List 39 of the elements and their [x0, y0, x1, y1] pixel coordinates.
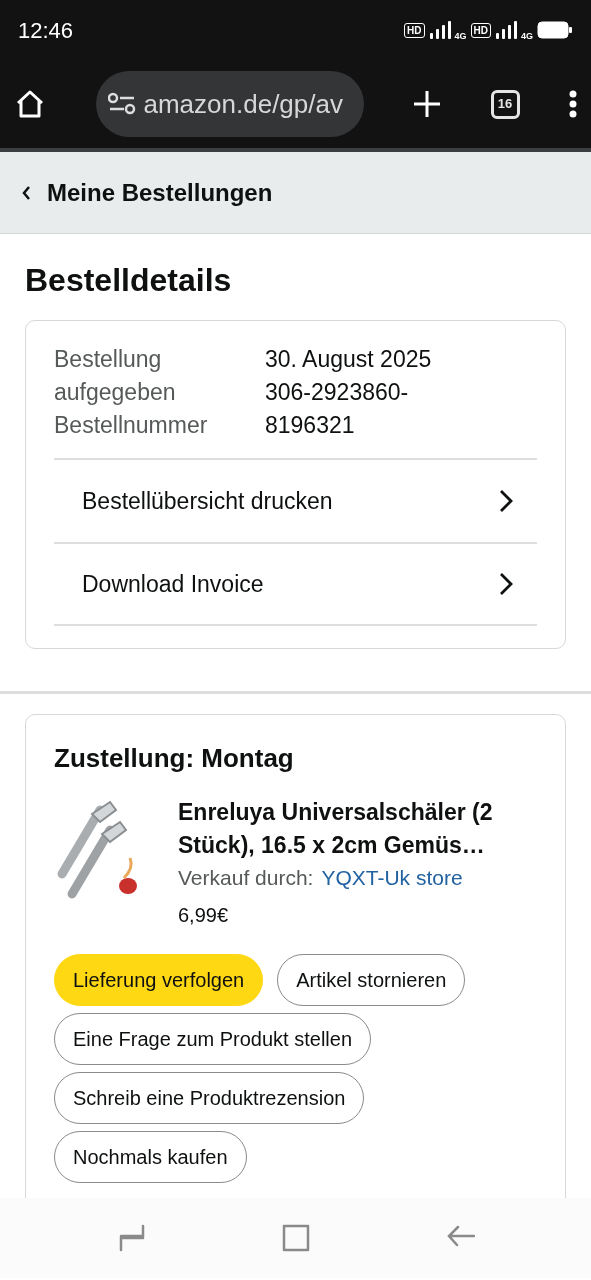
- signal-icon: [495, 20, 517, 40]
- hd-badge: HD: [470, 22, 491, 38]
- menu-icon[interactable]: [569, 90, 577, 118]
- field-value: 306-2923860-8196321: [265, 378, 410, 440]
- status-time: 12:46: [18, 16, 74, 45]
- field-label: Bestellung aufgegeben: [54, 345, 177, 407]
- signal-icon: [428, 20, 451, 40]
- site-settings-icon[interactable]: [107, 92, 136, 116]
- action-button[interactable]: Nochmals kaufen: [54, 1130, 247, 1183]
- breadcrumb-link[interactable]: Meine Bestellungen: [47, 174, 273, 211]
- field-label: Bestellnummer: [54, 411, 209, 440]
- link-label: Bestellübersicht drucken: [82, 486, 333, 516]
- new-tab-icon[interactable]: [413, 90, 441, 118]
- network-label: 4G: [454, 30, 467, 44]
- seller-label: Verkauf durch:: [178, 865, 314, 891]
- address-bar[interactable]: amazon.de/gp/av: [95, 71, 364, 137]
- home-button-icon[interactable]: [281, 1224, 310, 1252]
- order-link[interactable]: Bestellübersicht drucken: [54, 458, 537, 542]
- seller-link[interactable]: YQXT-Uk store: [321, 862, 463, 894]
- page-title: Bestelldetails: [25, 261, 233, 300]
- home-icon[interactable]: [14, 88, 46, 120]
- battery-icon: [537, 21, 573, 39]
- action-button[interactable]: Artikel stornieren: [277, 953, 466, 1006]
- chevron-right-icon: [499, 572, 513, 596]
- product-title[interactable]: Enreluya Universalschäler (2 Stück), 16.5 x 2cm Gemüs…: [178, 796, 537, 862]
- field-value: 30. August 2025: [265, 345, 433, 374]
- shipment-heading: Zustellung: Montag: [54, 742, 295, 775]
- back-chevron-icon[interactable]: [22, 185, 31, 200]
- product-price: 6,99€: [178, 902, 230, 928]
- network-label: 4G: [521, 30, 533, 44]
- link-label: Download Invoice: [82, 569, 264, 599]
- hd-badge: HD: [404, 22, 425, 38]
- action-button[interactable]: Lieferung verfolgen: [54, 953, 264, 1006]
- url-text: amazon.de/gp/av: [143, 87, 343, 121]
- tab-count-button[interactable]: 16: [490, 89, 520, 119]
- action-button[interactable]: Eine Frage zum Produkt stellen: [54, 1012, 372, 1065]
- chevron-right-icon: [499, 489, 513, 513]
- order-link[interactable]: Download Invoice: [54, 542, 537, 626]
- action-button[interactable]: Schreib eine Produktrezension: [54, 1071, 365, 1124]
